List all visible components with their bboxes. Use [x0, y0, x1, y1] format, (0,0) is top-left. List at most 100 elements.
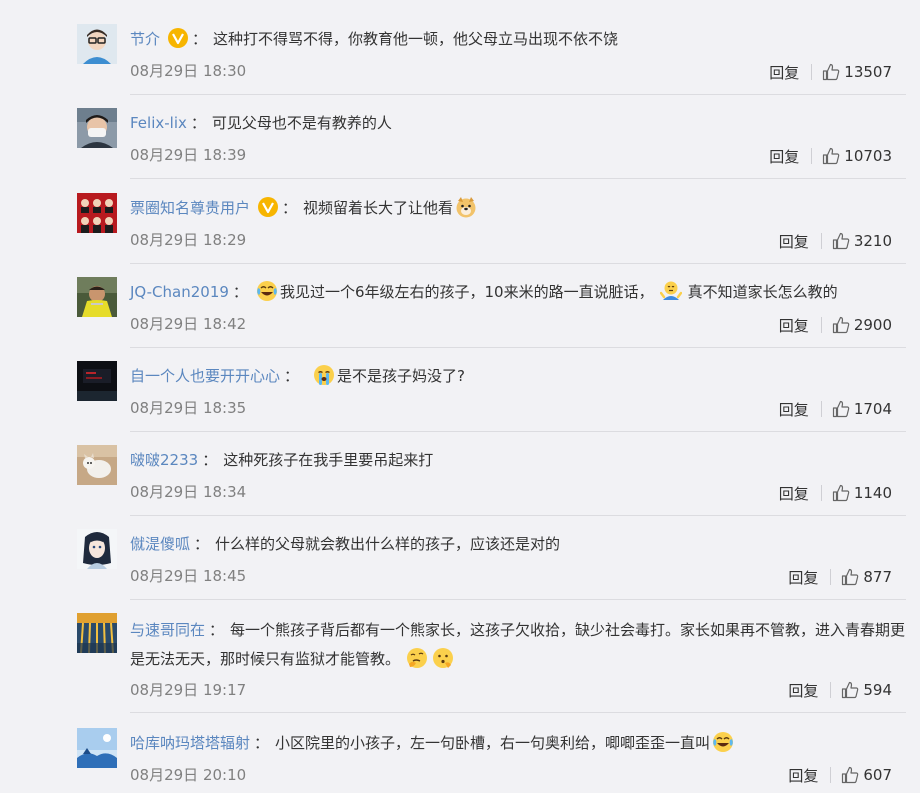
- colon: ：: [209, 621, 225, 639]
- divider: [130, 712, 906, 713]
- like-count: 877: [863, 568, 892, 586]
- thumbs-up-icon: [842, 681, 859, 699]
- comment-actions: 回复 3210: [779, 230, 892, 252]
- comment-time: 08月29日 18:34: [130, 483, 247, 501]
- comment-line: Felix-lix： 可见父母也不是有教养的人: [130, 111, 900, 135]
- like-button[interactable]: 3210: [832, 232, 892, 250]
- verified-badge-icon: [258, 197, 279, 217]
- reply-button[interactable]: 回复: [788, 680, 818, 701]
- thumbs-up-icon: [842, 766, 859, 784]
- comment-text: 视频留着长大了让他看: [303, 199, 454, 217]
- comment-text: 什么样的父母就会教出什么样的孩子，应该还是对的: [215, 535, 561, 553]
- like-count: 3210: [853, 232, 892, 250]
- comment-text: 小区院里的小孩子，左一句卧槽，右一句奥利给，唧唧歪歪一直叫: [275, 734, 711, 752]
- laugh-cry-emoji-icon: [712, 731, 734, 753]
- comment-time: 08月29日 20:10: [130, 766, 247, 784]
- like-button[interactable]: 13507: [822, 63, 892, 81]
- comment-actions: 回复 877: [788, 566, 892, 588]
- username-link[interactable]: Felix-lix: [130, 114, 187, 132]
- crying-emoji-icon: [313, 364, 335, 386]
- comment-text: 是不是孩子妈没了?: [337, 367, 465, 385]
- comment-time: 08月29日 18:39: [130, 146, 247, 164]
- avatar[interactable]: [77, 445, 117, 485]
- comment-text: 真不知道家长怎么教的: [687, 283, 838, 301]
- username-link[interactable]: 僦湜傻呱: [130, 535, 190, 553]
- colon: ：: [190, 114, 206, 132]
- username-link[interactable]: 与速哥同在: [130, 621, 205, 639]
- username-link[interactable]: 票圈知名尊贵用户: [130, 199, 250, 217]
- doge-emoji-icon: [455, 196, 477, 218]
- divider: [130, 263, 906, 264]
- avatar[interactable]: [77, 24, 117, 64]
- username-link[interactable]: JQ-Chan2019: [130, 283, 229, 301]
- reply-button[interactable]: 回复: [779, 315, 809, 336]
- avatar[interactable]: [77, 529, 117, 569]
- avatar[interactable]: [77, 613, 117, 653]
- colon: ：: [284, 367, 300, 385]
- divider: [130, 431, 906, 432]
- comment-text: 每一个熊孩子背后都有一个熊家长，这孩子欠收拾，缺少社会毒打。家长如果再不管教，进…: [130, 621, 906, 668]
- reply-button[interactable]: 回复: [788, 765, 818, 786]
- reply-button[interactable]: 回复: [788, 567, 818, 588]
- avatar[interactable]: [77, 277, 117, 317]
- reply-button[interactable]: 回复: [779, 399, 809, 420]
- colon: ：: [194, 535, 210, 553]
- like-button[interactable]: 607: [841, 766, 892, 784]
- comment-text: 可见父母也不是有教养的人: [211, 114, 392, 132]
- like-button[interactable]: 1704: [832, 400, 892, 418]
- like-count: 594: [863, 681, 892, 699]
- reply-button[interactable]: 回复: [779, 231, 809, 252]
- comment-line: JQ-Chan2019： 我见过一个6年级左右的孩子，10来米的路一直说脏话， 真不…: [130, 280, 900, 304]
- divider: [830, 569, 832, 585]
- thinking-emoji-icon: [406, 647, 428, 669]
- comment-time: 08月29日 18:29: [130, 231, 247, 249]
- laugh-cry-emoji-icon: [256, 280, 278, 302]
- reply-button[interactable]: 回复: [769, 62, 799, 83]
- comment-line: 节介 ： 这种打不得骂不得，你教育他一顿，他父母立马出现不依不饶: [130, 27, 900, 51]
- like-button[interactable]: 1140: [832, 484, 892, 502]
- comment-time: 08月29日 19:17: [130, 681, 247, 699]
- colon: ：: [232, 283, 248, 301]
- reply-button[interactable]: 回复: [779, 483, 809, 504]
- comment-actions: 回复 594: [788, 679, 892, 701]
- thumbs-up-icon: [842, 568, 859, 586]
- username-link[interactable]: 节介: [130, 30, 160, 48]
- like-count: 1140: [853, 484, 892, 502]
- divider: [130, 599, 906, 600]
- divider: [811, 148, 813, 164]
- comment-actions: 回复 1140: [779, 482, 892, 504]
- like-button[interactable]: 877: [841, 568, 892, 586]
- colon: ：: [202, 451, 218, 469]
- like-count: 13507: [844, 63, 892, 81]
- username-link[interactable]: 哈库呐玛塔塔辐射: [130, 734, 250, 752]
- divider: [820, 401, 822, 417]
- wondering-emoji-icon: [432, 647, 454, 669]
- like-button[interactable]: 10703: [822, 147, 892, 165]
- username-link[interactable]: 自一个人也要开开心心: [130, 367, 280, 385]
- divider: [820, 485, 822, 501]
- username-link[interactable]: 啵啵2233: [130, 451, 198, 469]
- avatar[interactable]: [77, 108, 117, 148]
- avatar[interactable]: [77, 361, 117, 401]
- comment-actions: 回复 607: [788, 764, 892, 786]
- shrug-emoji-icon: [659, 280, 682, 302]
- comment-line: 哈库呐玛塔塔辐射： 小区院里的小孩子，左一句卧槽，右一句奥利给，唧唧歪歪一直叫: [130, 731, 900, 755]
- like-count: 2900: [853, 316, 892, 334]
- comment-text: 我见过一个6年级左右的孩子，10来米的路一直说脏话，: [279, 283, 654, 301]
- comment-text: 这种打不得骂不得，你教育他一顿，他父母立马出现不依不饶: [213, 30, 619, 48]
- comment-time: 08月29日 18:45: [130, 567, 247, 585]
- comment-line: 自一个人也要开开心心： 是不是孩子妈没了?: [130, 364, 900, 388]
- like-button[interactable]: 594: [841, 681, 892, 699]
- comment-time: 08月29日 18:30: [130, 62, 247, 80]
- comment-actions: 回复 10703: [769, 145, 892, 167]
- colon: ：: [192, 30, 208, 48]
- avatar[interactable]: [77, 728, 117, 768]
- reply-button[interactable]: 回复: [769, 146, 799, 167]
- like-count: 607: [863, 766, 892, 784]
- divider: [830, 767, 832, 783]
- thumbs-up-icon: [832, 316, 850, 334]
- like-button[interactable]: 2900: [832, 316, 892, 334]
- divider: [820, 233, 822, 249]
- thumbs-up-icon: [832, 484, 850, 502]
- avatar[interactable]: [77, 193, 117, 233]
